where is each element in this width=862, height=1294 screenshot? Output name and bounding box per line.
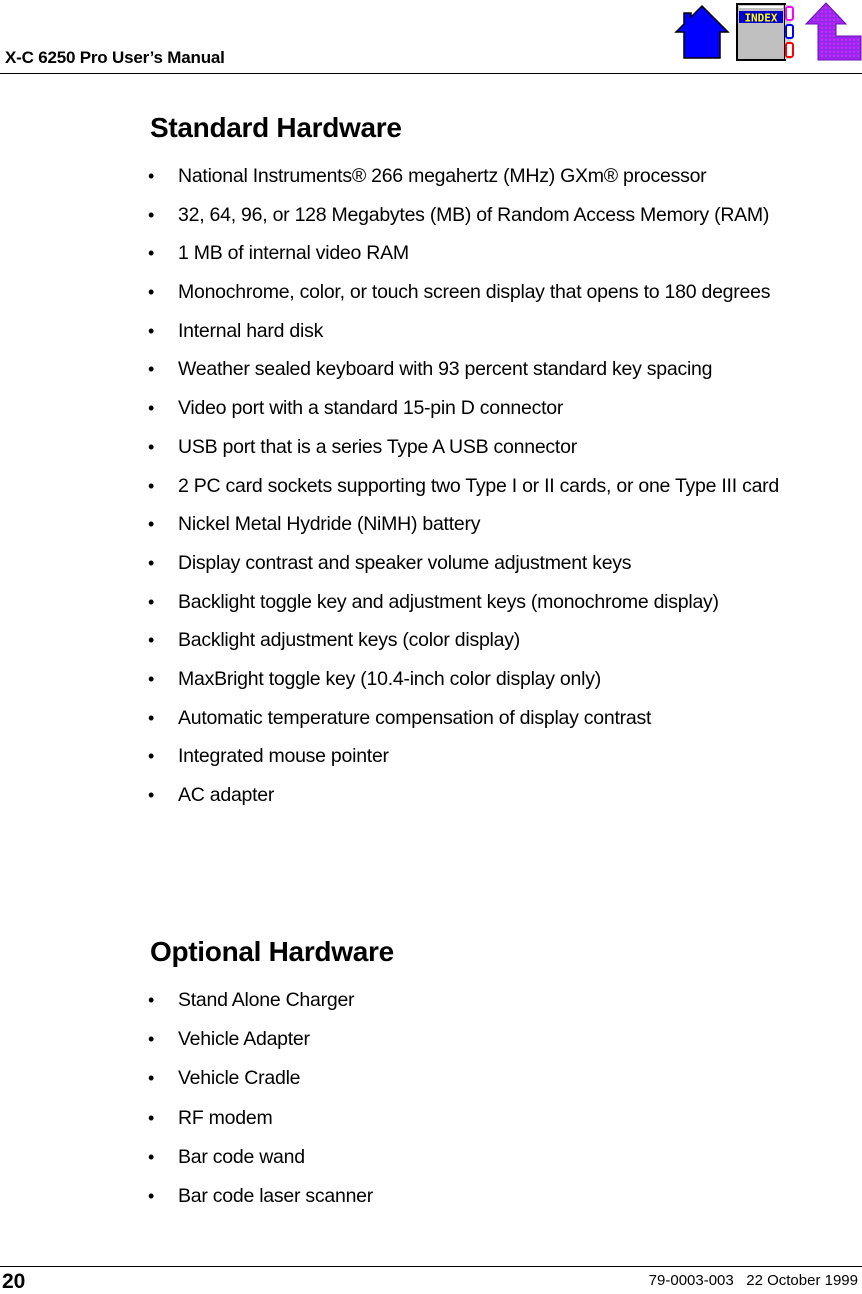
- list-item-text: MaxBright toggle key (10.4-inch color di…: [178, 667, 601, 690]
- optional-hardware-list: • Stand Alone Charger • Vehicle Adapter • Veh…: [0, 987, 843, 1222]
- list-item-text: RF modem: [178, 1106, 273, 1129]
- manual-title: X-C 6250 Pro User’s Manual: [5, 48, 225, 67]
- list-item: • National Instruments® 266 megahertz (MH…: [0, 163, 843, 190]
- list-item-text: Backlight toggle key and adjustment keys…: [178, 590, 719, 613]
- list-item: • 1 MB of internal video RAM: [0, 240, 843, 267]
- bullet-icon: •: [148, 630, 155, 651]
- list-item-text: 1 MB of internal video RAM: [178, 242, 409, 265]
- list-item: • Bar code laser scanner: [0, 1183, 843, 1210]
- list-item: • MaxBright toggle key (10.4-inch color d…: [0, 666, 843, 693]
- bullet-icon: •: [148, 282, 155, 303]
- bullet-icon: •: [148, 320, 155, 341]
- bullet-icon: •: [148, 990, 155, 1010]
- list-item-text: Backlight adjustment keys (color display…: [178, 629, 520, 652]
- bullet-icon: •: [148, 359, 155, 380]
- list-item: • Internal hard disk: [0, 318, 843, 345]
- list-item: • Bar code wand: [0, 1144, 843, 1171]
- list-item-text: National Instruments® 266 megahertz (MHz…: [178, 165, 707, 187]
- list-item: • 32, 64, 96, or 128 Megabytes (MB) of Ra…: [0, 202, 843, 229]
- list-item: • Video port with a standard 15-pin D con…: [0, 395, 843, 422]
- home-button[interactable]: [674, 4, 730, 60]
- list-item: • Backlight adjustment keys (color displa…: [0, 627, 843, 654]
- bullet-icon: •: [148, 475, 155, 496]
- bullet-icon: •: [148, 204, 155, 225]
- list-item-text: Stand Alone Charger: [178, 989, 355, 1011]
- list-item-text: Internal hard disk: [178, 319, 324, 342]
- bullet-icon: •: [148, 707, 155, 728]
- bullet-icon: •: [148, 514, 155, 535]
- list-item: • Integrated mouse pointer: [0, 743, 843, 770]
- list-item-text: Integrated mouse pointer: [178, 745, 389, 768]
- list-item: • Weather sealed keyboard with 93 percent…: [0, 356, 843, 383]
- bullet-icon: •: [148, 243, 155, 264]
- list-item: • Nickel Metal Hydride (NiMH) battery: [0, 511, 843, 538]
- document-info: 79-0003-003 22 October 1999: [648, 1272, 858, 1289]
- list-item-text: Video port with a standard 15-pin D conn…: [178, 397, 564, 420]
- bullet-icon: •: [148, 668, 155, 689]
- index-icon: INDEX: [736, 3, 794, 61]
- list-item-text: Vehicle Cradle: [178, 1067, 301, 1090]
- back-button[interactable]: [804, 2, 862, 62]
- list-item-text: Display contrast and speaker volume adju…: [178, 551, 632, 574]
- list-item: • Automatic temperature compensation of d…: [0, 705, 843, 732]
- bullet-icon: •: [148, 746, 155, 767]
- bullet-icon: •: [148, 1107, 155, 1128]
- list-item: • Vehicle Cradle: [0, 1065, 843, 1092]
- list-item: • 2 PC card sockets supporting two Type I…: [0, 473, 843, 500]
- bullet-icon: •: [148, 398, 155, 419]
- list-item-text: AC adapter: [178, 784, 275, 806]
- list-item: • AC adapter: [0, 782, 843, 809]
- standard-hardware-list: • National Instruments® 266 megahertz (MH…: [0, 163, 843, 821]
- list-item-text: Bar code wand: [178, 1145, 305, 1168]
- bullet-icon: •: [148, 1029, 155, 1050]
- list-item: • USB port that is a series Type A USB co…: [0, 434, 843, 461]
- list-item-text: USB port that is a series Type A USB con…: [178, 435, 577, 458]
- optional-hardware-heading: Optional Hardware: [150, 936, 394, 967]
- list-item: • Vehicle Adapter: [0, 1026, 843, 1053]
- index-label: INDEX: [744, 12, 777, 25]
- list-item-text: Automatic temperature compensation of di…: [178, 706, 652, 729]
- list-item-text: Nickel Metal Hydride (NiMH) battery: [178, 513, 481, 536]
- list-item-text: 2 PC card sockets supporting two Type I …: [178, 474, 779, 497]
- header-divider: [0, 73, 862, 74]
- bullet-icon: •: [148, 785, 155, 805]
- list-item-text: Bar code laser scanner: [178, 1184, 374, 1207]
- bullet-icon: •: [148, 552, 155, 573]
- bullet-icon: •: [148, 591, 155, 612]
- back-arrow-icon: [804, 2, 862, 61]
- list-item-text: 32, 64, 96, or 128 Megabytes (MB) of Ran…: [178, 203, 770, 226]
- navigation-icons: INDEX: [670, 0, 862, 66]
- list-item-text: Vehicle Adapter: [178, 1028, 310, 1051]
- footer-divider: [0, 1266, 862, 1267]
- list-item: • Monochrome, color, or touch screen disp…: [0, 279, 843, 306]
- bullet-icon: •: [148, 1146, 155, 1167]
- list-item: • Display contrast and speaker volume adj…: [0, 550, 843, 577]
- index-button[interactable]: INDEX: [736, 2, 798, 62]
- list-item-text: Weather sealed keyboard with 93 percent …: [178, 358, 713, 381]
- list-item: • Stand Alone Charger: [0, 987, 843, 1014]
- list-item-text: Monochrome, color, or touch screen displ…: [178, 281, 771, 304]
- list-item: • RF modem: [0, 1105, 843, 1132]
- list-item: • Backlight toggle key and adjustment key…: [0, 589, 843, 616]
- home-icon: [674, 4, 730, 59]
- standard-hardware-heading: Standard Hardware: [150, 112, 402, 143]
- bullet-icon: •: [148, 166, 155, 186]
- bullet-icon: •: [148, 436, 155, 457]
- page-number: 20: [2, 1270, 26, 1293]
- bullet-icon: •: [148, 1068, 155, 1089]
- bullet-icon: •: [148, 1185, 155, 1206]
